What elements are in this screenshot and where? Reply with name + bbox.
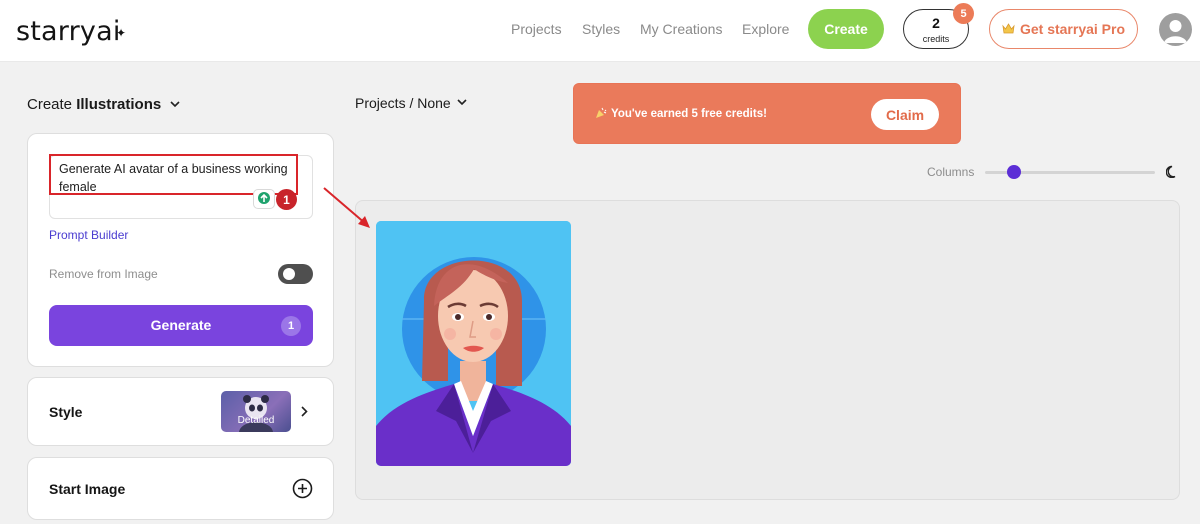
generated-image[interactable]	[376, 221, 571, 466]
user-avatar[interactable]	[1159, 13, 1192, 46]
mode-value: Illustrations	[76, 96, 162, 113]
credits-notification-badge: 5	[953, 3, 974, 24]
grammar-assistant-button[interactable]	[253, 189, 275, 209]
mode-prefix: Create	[27, 96, 77, 113]
chevron-right-icon[interactable]	[301, 406, 308, 417]
create-button[interactable]: Create	[808, 9, 884, 49]
nav-explore[interactable]: Explore	[742, 21, 789, 37]
nav-my-creations[interactable]: My Creations	[640, 21, 722, 37]
nav-projects[interactable]: Projects	[511, 21, 562, 37]
style-thumbnail-label: Detailed	[237, 415, 275, 426]
add-circle-icon[interactable]	[292, 478, 313, 499]
dark-mode-icon[interactable]	[1166, 165, 1179, 178]
generate-cost-badge: 1	[281, 316, 301, 336]
prompt-builder-link[interactable]: Prompt Builder	[49, 228, 128, 242]
create-mode-selector[interactable]: Create Illustrations	[27, 96, 161, 113]
business-woman-illustration	[376, 221, 571, 466]
start-image-title: Start Image	[49, 481, 126, 497]
credits-label: credits	[922, 34, 950, 44]
claim-button[interactable]: Claim	[871, 99, 939, 130]
annotation-arrow	[323, 187, 370, 228]
remove-from-image-label: Remove from Image	[49, 267, 158, 281]
columns-slider-handle[interactable]	[1006, 165, 1021, 179]
starryai-logo[interactable]: starryai	[16, 16, 121, 47]
crown-icon	[1002, 23, 1015, 34]
grammar-icon	[258, 192, 270, 204]
banner-message: You've earned 5 free credits!	[611, 108, 767, 120]
columns-label: Columns	[927, 165, 975, 179]
top-header: starryai ✦ Projects Styles My Creations …	[0, 0, 1200, 62]
step-number-badge: 1	[276, 189, 297, 210]
projects-breadcrumb[interactable]: Projects / None	[355, 95, 451, 111]
get-pro-label: Get starryai Pro	[1019, 21, 1126, 37]
get-pro-button[interactable]: Get starryai Pro	[989, 9, 1138, 49]
party-popper-icon	[596, 107, 607, 118]
chevron-down-icon[interactable]	[457, 99, 467, 106]
generate-label: Generate	[150, 317, 212, 333]
user-icon	[1164, 20, 1187, 43]
sparkle-icon: ✦	[116, 26, 127, 40]
generate-button[interactable]: Generate 1	[49, 305, 313, 346]
toggle-knob	[283, 268, 295, 280]
style-title: Style	[49, 404, 83, 420]
nav-styles[interactable]: Styles	[582, 21, 620, 37]
chevron-down-icon[interactable]	[170, 101, 180, 108]
